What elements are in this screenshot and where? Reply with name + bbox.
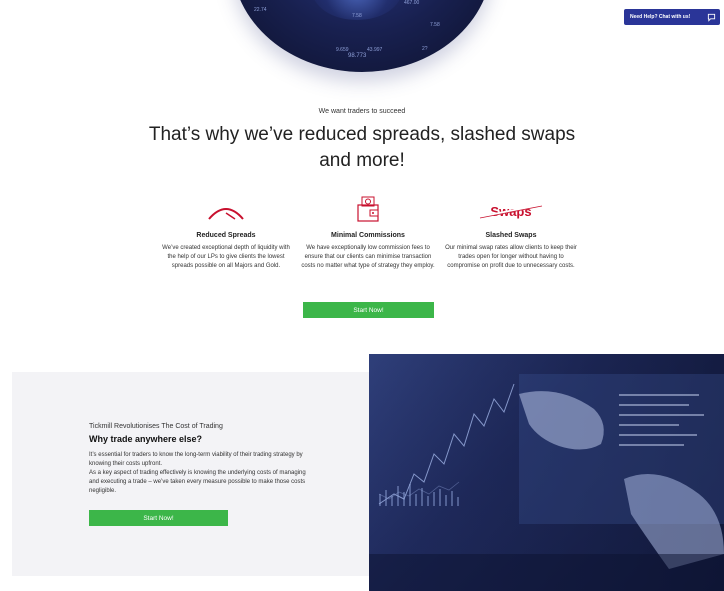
swaps-icon: Swaps	[443, 192, 579, 228]
panel-text: It’s essential for traders to know the l…	[89, 451, 309, 496]
feature-description: Our minimal swap rates allow clients to …	[445, 245, 577, 269]
hero-number: 7.58	[430, 22, 440, 28]
hero-number: 98.773	[348, 53, 367, 59]
intro-eyebrow: We want traders to succeed	[318, 108, 406, 115]
wallet-icon	[300, 192, 436, 228]
feature-title: Reduced Spreads	[196, 232, 256, 239]
trading-screen-photo	[369, 354, 724, 591]
panel-paragraph: As a key aspect of trading effectively i…	[89, 470, 306, 494]
panel-paragraph: It’s essential for traders to know the l…	[89, 452, 303, 467]
trading-photo-art	[369, 354, 724, 591]
hero-number: 7.58	[352, 13, 362, 19]
panel-title: Why trade anywhere else?	[89, 434, 203, 444]
feature-title: Slashed Swaps	[485, 232, 537, 239]
panel-start-now-button[interactable]: Start Now!	[89, 510, 228, 526]
feature-description: We’ve created exceptional depth of liqui…	[162, 245, 290, 269]
start-now-button[interactable]: Start Now!	[303, 302, 434, 318]
hero-globe-graphic: 22.74 7.58 467.00 7.58 9.659 43.997 98.7…	[232, 0, 492, 72]
feature-title: Minimal Commissions	[331, 232, 405, 239]
hero-number: 9.659	[336, 47, 349, 53]
feature-reduced-spreads: Reduced Spreads We’ve created exceptiona…	[158, 192, 294, 271]
gauge-icon	[158, 192, 294, 228]
feature-description: We have exceptionally low commission fee…	[301, 245, 435, 269]
hero-number: 43.997	[367, 47, 383, 53]
feature-minimal-commissions: Minimal Commissions We have exceptionall…	[300, 192, 436, 271]
chat-label: Need Help? Chat with us!	[630, 14, 691, 20]
chat-widget-button[interactable]: Need Help? Chat with us!	[624, 9, 720, 25]
feature-slashed-swaps: Swaps Slashed Swaps Our minimal swap rat…	[443, 192, 579, 271]
hero-number: 2?	[422, 46, 428, 52]
page-headline: That’s why we’ve reduced spreads, slashe…	[148, 124, 576, 171]
hero-number: 22.74	[254, 7, 267, 13]
hero-number: 467.00	[404, 0, 420, 6]
panel-eyebrow: Tickmill Revolutionises The Cost of Trad…	[89, 423, 223, 430]
chat-bubble-icon	[707, 13, 716, 22]
